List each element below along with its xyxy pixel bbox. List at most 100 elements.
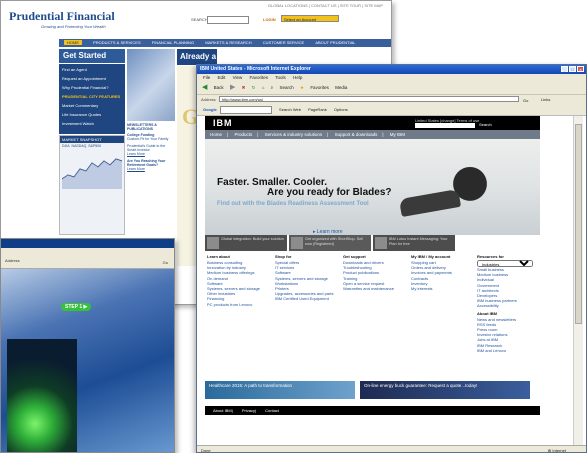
close-button[interactable]: ×: [577, 66, 584, 72]
footer-about-ibm[interactable]: About IBM: [213, 408, 232, 413]
promo-item[interactable]: Global integration: Build your solution: [205, 235, 287, 251]
footer-contact[interactable]: Contact: [265, 408, 279, 413]
nav-home[interactable]: HOME: [64, 40, 82, 45]
why-prudential-link[interactable]: Why Prudential Financial?: [62, 85, 122, 90]
menu-tools[interactable]: Tools: [275, 75, 286, 80]
media-button[interactable]: Media: [335, 85, 347, 90]
prudential-logo[interactable]: Prudential Financial: [9, 9, 115, 24]
google-search-web[interactable]: Search Web: [279, 107, 301, 112]
retirement-link[interactable]: Are You Reaching Your Retirement Goals?: [127, 159, 175, 167]
back-icon[interactable]: ◀: [202, 84, 207, 91]
search-button[interactable]: Search: [279, 85, 293, 90]
menu-edit[interactable]: Edit: [218, 75, 226, 80]
footer-privacy[interactable]: Privacy: [242, 408, 255, 413]
main-nav: HOME PRODUCTS & SERVICES FINANCIAL PLANN…: [59, 39, 391, 47]
hero-subtext[interactable]: Find out with the Blades Readiness Asses…: [217, 201, 369, 207]
ibm-browser-window[interactable]: IBM United States - Microsoft Internet E…: [196, 64, 587, 453]
feature-link[interactable]: Life Insurance Quotes: [62, 112, 122, 117]
forward-icon[interactable]: ▶: [230, 84, 235, 91]
maximize-button[interactable]: □: [569, 66, 576, 72]
vertical-scrollbar[interactable]: [573, 116, 583, 445]
pagerank[interactable]: PageRank: [308, 107, 327, 112]
google-search-input[interactable]: [219, 105, 272, 114]
globe-icon: ◍: [547, 448, 552, 453]
menu-view[interactable]: View: [233, 75, 243, 80]
feature-link[interactable]: Market Commentary: [62, 103, 122, 108]
newsletters-heading[interactable]: NEWSLETTERS & PUBLICATIONS: [127, 123, 175, 131]
links-button[interactable]: Links: [541, 95, 550, 104]
login-label: LOGIN: [263, 17, 276, 22]
promo-thumbnail: [207, 237, 219, 249]
nav-products[interactable]: Products: [234, 132, 252, 137]
get-started-heading: Get Started: [59, 49, 125, 63]
favorites-button[interactable]: Favorites: [310, 85, 329, 90]
hero-question: Are you ready for Blades?: [267, 187, 392, 198]
window-titlebar[interactable]: IBM United States - Microsoft Internet E…: [197, 65, 586, 74]
status-bar: Done ◍ Internet: [197, 445, 586, 453]
go-button[interactable]: Go: [163, 260, 168, 265]
ibm-search-input[interactable]: [415, 123, 475, 128]
nav-about[interactable]: ABOUT PRUDENTIAL: [315, 40, 355, 45]
promo-strip: Global integration: Build your solution …: [205, 235, 540, 251]
industries-select[interactable]: Industries: [477, 260, 533, 267]
column-link[interactable]: PC products from Lenovo: [207, 302, 273, 307]
nav-services[interactable]: Services & industry solutions: [265, 132, 323, 137]
find-agent-link[interactable]: Find an Agent: [62, 67, 122, 72]
search-icon[interactable]: ⌕: [271, 85, 274, 90]
promo-item[interactable]: Get organized with ShortStop. Sell now (…: [289, 235, 371, 251]
nav-my-ibm[interactable]: My IBM: [390, 132, 405, 137]
stop-icon[interactable]: ✖: [242, 85, 246, 90]
scrollbar-thumb[interactable]: [575, 124, 582, 324]
learn-more-link[interactable]: Learn More: [127, 152, 175, 156]
nav-products[interactable]: PRODUCTS & SERVICES: [93, 40, 141, 45]
column-link[interactable]: Warranties and maintenance: [343, 286, 409, 291]
refresh-icon[interactable]: ↻: [252, 85, 256, 90]
hero-banner[interactable]: Faster. Smaller. Cooler. Are you ready f…: [205, 139, 540, 235]
nav-customer-service[interactable]: CUSTOMER SERVICE: [263, 40, 304, 45]
nav-home[interactable]: Home: [210, 132, 222, 137]
nav-markets[interactable]: MARKETS & RESEARCH: [205, 40, 251, 45]
ibm-logo[interactable]: IBM: [213, 118, 233, 128]
nav-planning[interactable]: FINANCIAL PLANNING: [152, 40, 194, 45]
back-button[interactable]: Back: [214, 85, 224, 90]
menu-bar: [1, 248, 174, 258]
home-icon[interactable]: ⌂: [262, 85, 265, 90]
step-1-button[interactable]: STEP 1 ▶: [61, 303, 92, 311]
google-options[interactable]: Options: [334, 107, 348, 112]
column-link[interactable]: My interests: [411, 286, 477, 291]
partial-browser-window[interactable]: Address Go STEP 1 ▶ Go: [0, 238, 175, 453]
link-columns: Learn about Business consulting Innovati…: [205, 254, 540, 374]
menu-file[interactable]: File: [203, 75, 210, 80]
market-heading: MARKET SNAPSHOT: [60, 136, 124, 143]
column-heading: Resources for: [477, 254, 504, 259]
nav-support[interactable]: Support & downloads: [335, 132, 378, 137]
column-resources: Resources for Industries Small business …: [477, 254, 539, 353]
url-input[interactable]: http://www.ibm.com/us/: [219, 96, 519, 102]
menu-favorites[interactable]: Favorites: [250, 75, 269, 80]
tab-djia[interactable]: DJIA: [62, 144, 70, 148]
column-link[interactable]: Accessibility: [477, 303, 539, 308]
window-titlebar[interactable]: [1, 239, 174, 248]
ibm-nav: Home | Products | Services & industry solu…: [205, 130, 540, 139]
feature-link[interactable]: Investment Watch: [62, 121, 122, 126]
address-bar[interactable]: Address Go: [1, 258, 174, 269]
healthcare-ad[interactable]: Healthcare 2015: A path to transformatio…: [205, 381, 355, 399]
toolbar: ◀ Back ▶ ✖ ↻ ⌂ ⌕ Search ★ Favorites Medi…: [197, 82, 586, 95]
energy-ad[interactable]: On-line energy buck guarantee: Request a…: [360, 381, 530, 399]
minimize-button[interactable]: _: [561, 66, 568, 72]
top-links[interactable]: GLOBAL LOCATIONS | CONTACT US | SITE TOU…: [268, 3, 383, 8]
features-heading: PRUDENTIAL CITY FEATURES: [62, 94, 121, 99]
tab-nasdaq[interactable]: NASDAQ: [72, 144, 87, 148]
learn-more-link[interactable]: Learn More: [127, 167, 175, 171]
search-input[interactable]: [207, 16, 249, 24]
ibm-search-button[interactable]: Search: [479, 122, 492, 127]
appointment-link[interactable]: Request an Appointment: [62, 76, 122, 81]
tab-sp500[interactable]: S&P500: [88, 144, 101, 148]
column-link[interactable]: IBM Certified Used Equipment: [275, 296, 341, 301]
menu-help[interactable]: Help: [293, 75, 302, 80]
column-link[interactable]: IBM and Lenovo: [477, 348, 539, 353]
login-account-select[interactable]: Select an Account: [281, 15, 339, 22]
google-label[interactable]: Google: [203, 107, 217, 112]
promo-item[interactable]: IBM Lotus Instant Messaging: Your Plan f…: [373, 235, 455, 251]
favorites-icon[interactable]: ★: [300, 85, 304, 90]
